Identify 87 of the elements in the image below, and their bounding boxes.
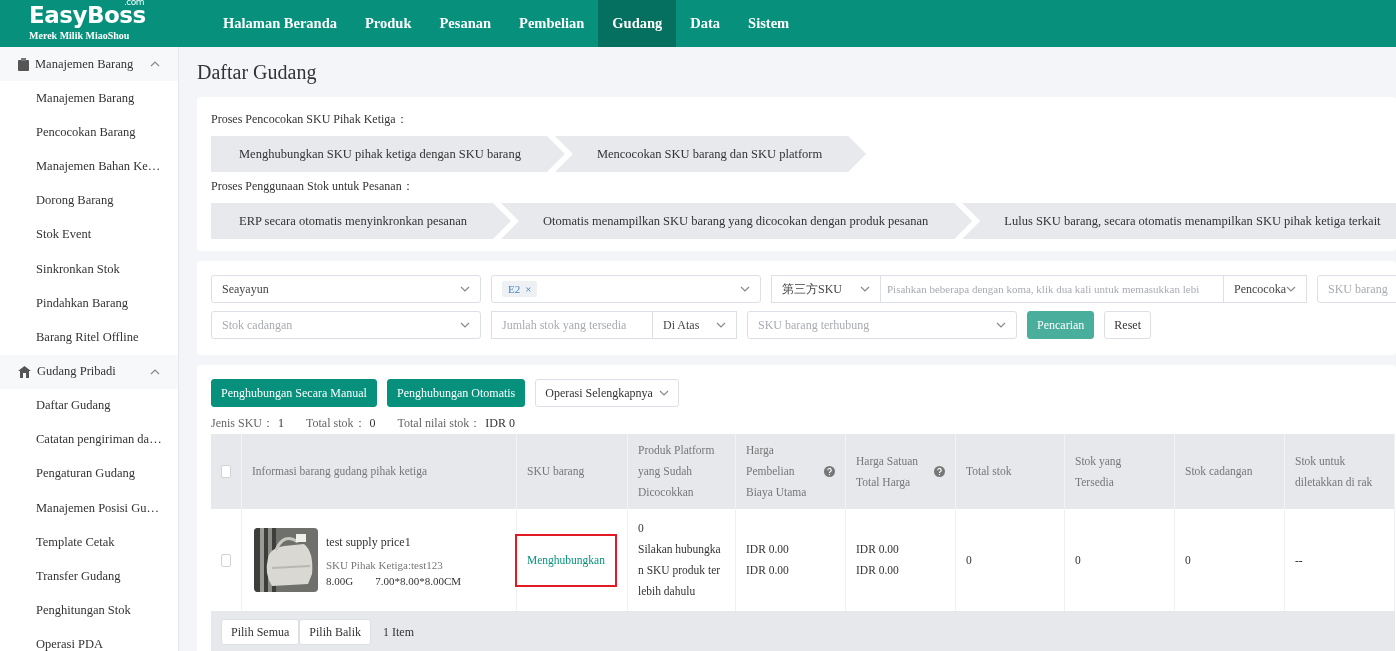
summary-stat: Total stok： 0 [306, 415, 376, 432]
table-cell-text: -- [1295, 552, 1303, 568]
sidebar-item[interactable]: Operasi PDA [0, 627, 178, 651]
table-cell-text: 0 [1075, 552, 1081, 568]
select-field[interactable]: Seayayun [211, 275, 481, 303]
column-header: Harga Pembelian Biaya Utama [746, 443, 807, 501]
sidebar-item[interactable]: Pencocokan Barang [0, 115, 178, 150]
sidebar-item[interactable]: Penghitungan Stok [0, 593, 178, 628]
select-all-checkbox[interactable] [221, 465, 231, 478]
column-header: Informasi barang gudang pihak ketiga [252, 464, 427, 480]
item-size: 7.00*8.00*8.00CM [375, 573, 462, 589]
nav-tab[interactable]: Halaman Beranda [209, 0, 351, 47]
sidebar-item[interactable]: Manajemen Barang [0, 81, 178, 116]
summary-stat: Total nilai stok： IDR 0 [397, 415, 515, 432]
brand-tagline: Merek Milik MiaoShou [29, 30, 131, 41]
page-title: Daftar Gudang [197, 59, 318, 86]
nav-tab[interactable]: Sistem [734, 0, 804, 47]
action-button[interactable]: Penghubungan Secara Manual [211, 379, 377, 407]
sidebar-item[interactable]: Pindahkan Barang [0, 286, 178, 321]
house-icon [18, 365, 31, 378]
third-party-sku: SKU Pihak Ketiga:test123 [326, 557, 444, 573]
column-header: Total stok [966, 464, 1012, 479]
selection-button[interactable]: Pilih Semua [221, 619, 300, 645]
sidebar-item[interactable]: Barang Ritel Offline [0, 320, 178, 355]
sidebar-item[interactable]: Template Cetak [0, 525, 178, 560]
link-sku-link[interactable]: Menghubungkan [517, 535, 615, 585]
chevron-down-icon [658, 390, 669, 396]
chevron-down-icon [860, 286, 870, 292]
sidebar-item[interactable]: Manajemen Posisi Gu… [0, 491, 178, 526]
chevron-down-icon [996, 322, 1006, 328]
nav-tab[interactable]: Pesanan [425, 0, 506, 47]
clipboard-icon [18, 57, 29, 71]
column-header: Stok cadangan [1185, 464, 1253, 480]
chevron-down-icon [460, 286, 470, 292]
column-header: Stok untuk diletakkan di rak [1295, 453, 1373, 490]
nav-tab[interactable]: Data [676, 0, 735, 47]
item-name: test supply price1 [326, 533, 412, 551]
action-button[interactable]: Penghubungan Otomatis [386, 379, 526, 407]
column-header: Produk Platform yang Sudah Dicocokkan [638, 443, 715, 500]
nav-tab[interactable]: Produk [351, 0, 426, 47]
sidebar-item[interactable]: Dorong Barang [0, 183, 178, 218]
select-field[interactable]: Pencocoka [1223, 275, 1307, 303]
tag-chip: E2 × [502, 281, 538, 297]
process-step: Lulus SKU barang, secara otomatis menampilkan SKU pihak ketiga terkait [962, 203, 1396, 239]
table-cell-text: IDR 0.00 IDR 0.00 [856, 542, 899, 578]
select-field[interactable]: Di Atas [652, 311, 737, 339]
select-field[interactable]: 第三方SKU [771, 275, 881, 303]
sidebar-item[interactable]: Sinkronkan Stok [0, 251, 178, 287]
table-cell-text: IDR 0.00 IDR 0.00 [746, 542, 789, 578]
tag-select-field[interactable]: E2 × [491, 275, 761, 303]
sidebar-item[interactable]: Daftar Gudang [0, 388, 178, 423]
process-step: Menghubungkan SKU pihak ketiga dengan SKU barang [211, 136, 565, 172]
column-header: SKU barang [527, 464, 585, 480]
row-checkbox[interactable] [221, 553, 231, 567]
reset-button[interactable]: Reset [1104, 311, 1151, 339]
process-step: Mencocokan SKU barang dan SKU platform [554, 136, 867, 172]
column-header: Harga Satuan Total Harga [856, 453, 919, 491]
process-title: Proses Pencocokan SKU Pihak Ketiga： [211, 111, 409, 128]
process-step: ERP secara otomatis menyinkronkan pesanan [211, 203, 511, 239]
chevron-up-icon [150, 368, 160, 375]
process-step: Otomatis menampilkan SKU barang yang dicocokan dengan produk pesanan [500, 203, 973, 239]
sidebar-group[interactable]: Gudang Pribadi [0, 354, 178, 389]
chevron-down-icon [716, 322, 726, 328]
column-header: Stok yang Tersedia [1075, 453, 1122, 490]
sidebar-item[interactable]: Manajemen Bahan Ke… [0, 149, 178, 184]
table-cell-text: 0 [1185, 552, 1191, 568]
selection-button[interactable]: Pilih Balik [299, 619, 372, 645]
more-operations-dropdown[interactable]: Operasi Selengkapnya [535, 379, 679, 407]
chevron-down-icon [740, 286, 750, 292]
remove-tag-button[interactable]: × [525, 283, 532, 295]
nav-tab[interactable]: Gudang [598, 0, 677, 47]
table-cell-text: 0 Silakan hubungka n SKU produk ter lebih dahulu [638, 521, 721, 599]
sidebar-item[interactable]: Catatan pengiriman da… [0, 422, 178, 457]
chevron-down-icon [460, 322, 470, 328]
logo: EasyBoss .com [29, 2, 147, 28]
sidebar-item[interactable]: Transfer Gudang [0, 559, 178, 594]
item-count: 1 Item [383, 624, 415, 640]
chevron-down-icon [1286, 286, 1296, 292]
sidebar-item[interactable]: Pengaturan Gudang [0, 456, 178, 492]
sidebar-item[interactable]: Stok Event [0, 217, 178, 252]
nav-tab[interactable]: Pembelian [505, 0, 599, 47]
summary-stat: Jenis SKU： 1 [211, 415, 284, 432]
chevron-up-icon [150, 61, 160, 67]
process-title: Proses Penggunaan Stok untuk Pesanan： [211, 178, 415, 195]
table-cell-text: 0 [966, 552, 972, 568]
item-weight: 8.00G [326, 573, 354, 589]
sidebar-group[interactable]: Manajemen Barang [0, 47, 178, 81]
